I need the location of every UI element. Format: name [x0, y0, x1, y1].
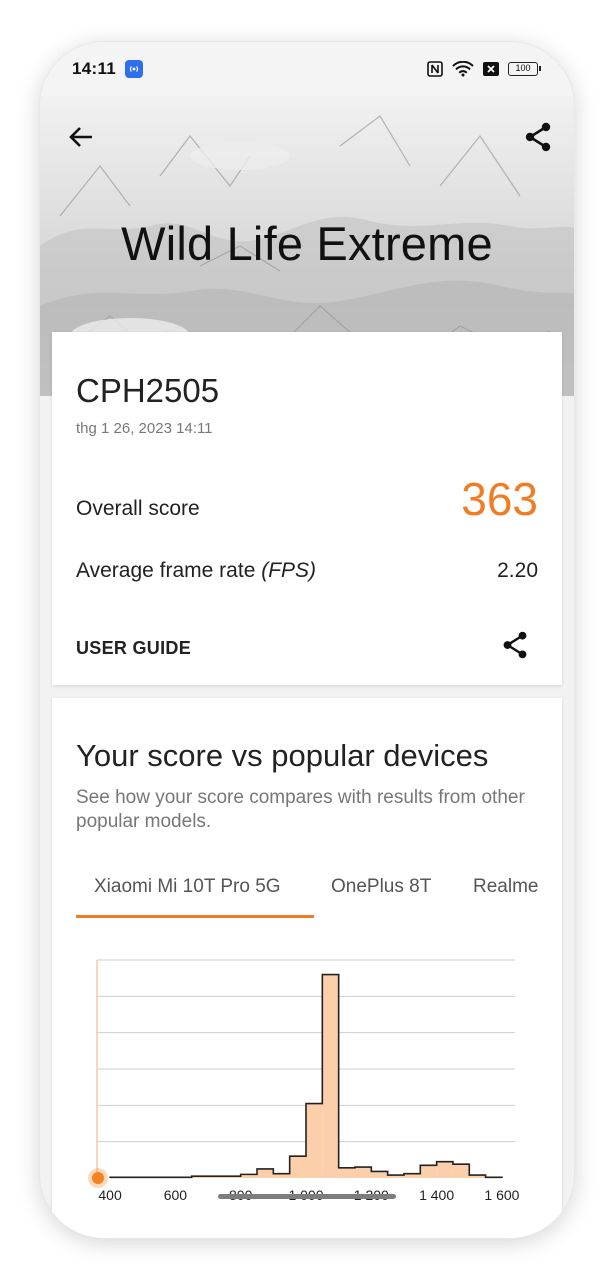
- fps-label-text: Average frame rate: [76, 559, 262, 582]
- back-arrow-icon[interactable]: [66, 122, 96, 152]
- device-tabs: Xiaomi Mi 10T Pro 5G OnePlus 8T Realme: [76, 866, 538, 918]
- x-tick-label: 400: [98, 1187, 122, 1203]
- histogram-bar: [452, 1164, 470, 1178]
- score-distribution-chart: 4006008001 0001 2001 4001 600: [87, 959, 520, 1203]
- histogram-bar: [354, 1167, 372, 1178]
- nfc-icon: [427, 61, 443, 77]
- x-tick-label: 600: [164, 1187, 188, 1203]
- status-icons: 100: [427, 61, 541, 77]
- comparison-subtitle: See how your score compares with results…: [76, 787, 525, 832]
- status-time: 14:11: [72, 59, 117, 78]
- battery-level: 100: [515, 63, 531, 73]
- user-guide-link[interactable]: USER GUIDE: [76, 638, 191, 659]
- result-date: thg 1 26, 2023 14:11: [76, 420, 213, 437]
- share-icon[interactable]: [500, 630, 530, 660]
- share-icon[interactable]: [522, 121, 554, 153]
- x-tick-label: 1 600: [484, 1187, 519, 1203]
- result-card: CPH2505 thg 1 26, 2023 14:11 Overall sco…: [52, 332, 562, 685]
- histogram-bar: [289, 1156, 306, 1178]
- histogram-outline: [109, 973, 503, 1179]
- histogram-bar: [257, 1168, 274, 1178]
- fps-label-unit: (FPS): [261, 559, 317, 582]
- tab-xiaomi-mi-10t-pro-5g[interactable]: Xiaomi Mi 10T Pro 5G: [94, 876, 281, 898]
- selected-tab-indicator: [76, 915, 314, 918]
- x-tick-label: 1 400: [419, 1187, 454, 1203]
- home-indicator[interactable]: [218, 1194, 396, 1199]
- device-name: CPH2505: [76, 372, 220, 409]
- comparison-title: Your score vs popular devices: [76, 738, 489, 773]
- histogram-bar: [420, 1165, 437, 1178]
- histogram-bar: [436, 1161, 453, 1178]
- your-score-marker: [91, 1172, 104, 1184]
- notification-icon: [125, 60, 144, 78]
- comparison-card: Your score vs popular devices See how yo…: [52, 698, 562, 1238]
- close-box-icon: [483, 62, 499, 76]
- overall-score-label: Overall score: [76, 497, 200, 520]
- fps-label: Average frame rate (FPS): [76, 559, 316, 583]
- status-bar: 14:11 100: [40, 42, 574, 96]
- phone-frame: 14:11 100 Wild Life Extreme CPH2505 thg …: [40, 42, 574, 1238]
- battery-icon: 100: [508, 62, 541, 76]
- tab-oneplus-8t[interactable]: OnePlus 8T: [331, 876, 431, 898]
- wifi-icon: [452, 61, 474, 77]
- tab-realme[interactable]: Realme: [473, 876, 538, 898]
- histogram-bar: [306, 1103, 323, 1178]
- histogram-bar: [371, 1171, 388, 1178]
- histogram-bar: [338, 1167, 355, 1178]
- histogram-bar: [322, 974, 339, 1178]
- page-title: Wild Life Extreme: [121, 217, 493, 270]
- fps-value: 2.20: [497, 559, 538, 582]
- overall-score-value: 363: [461, 473, 538, 525]
